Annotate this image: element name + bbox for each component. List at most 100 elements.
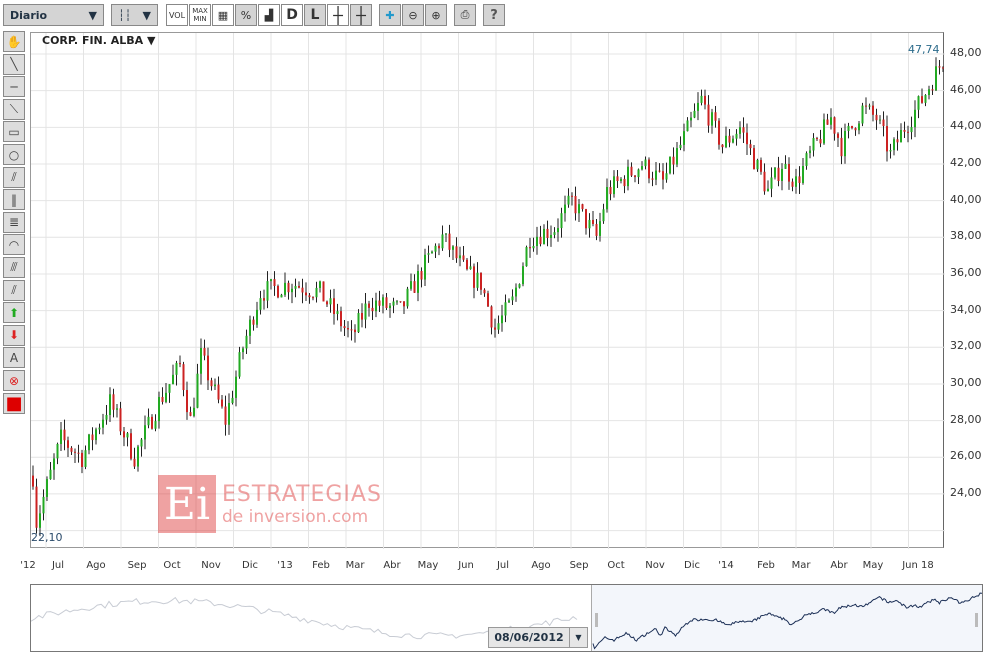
arc-tool[interactable]: ◠ [3, 234, 25, 256]
candle-body [910, 127, 913, 133]
area-button[interactable]: ▟ [258, 4, 280, 26]
candle-body [490, 306, 493, 328]
channel-tool[interactable]: ⫻ [3, 257, 25, 278]
x-tick-label: Feb [757, 560, 775, 571]
zoom-in-button[interactable]: ⊕ [425, 4, 447, 26]
candle-body [228, 403, 230, 425]
candle-body [749, 144, 752, 149]
candle-body [767, 188, 769, 192]
percent-button[interactable]: % [235, 4, 257, 26]
candle-body [483, 289, 486, 294]
candle-body [473, 266, 475, 288]
candle-body [935, 66, 937, 91]
candle-body [42, 496, 45, 514]
add-indicator-button[interactable]: ✚ [379, 4, 401, 26]
x-tick-label: Nov [201, 560, 221, 571]
arrow-up-tool[interactable]: ⬆ [3, 302, 25, 324]
candle-body [452, 246, 454, 250]
candle-body [774, 167, 776, 178]
parallel-lines-tool[interactable]: ⟍ [3, 98, 25, 120]
circle-icon: ○ [8, 147, 20, 162]
candle-body [581, 204, 584, 210]
candle-body [32, 475, 34, 487]
security-selector[interactable]: CORP. FIN. ALBA ▼ [42, 34, 155, 47]
candle-body [273, 279, 276, 286]
horizontal-line-icon: ─ [10, 79, 18, 94]
horizontal-line-tool[interactable]: ─ [3, 76, 25, 98]
rectangle-tool[interactable]: ▭ [3, 121, 25, 143]
candle-body [326, 301, 328, 305]
candle-body [459, 255, 461, 259]
candle-body [557, 228, 559, 233]
log-button[interactable]: L [304, 4, 326, 26]
candle-body [56, 443, 59, 459]
date-selector[interactable]: 08/06/2012 ▼ [488, 627, 588, 648]
x-tick-label: Abr [383, 560, 401, 571]
candle-body [830, 117, 832, 125]
candle-body [389, 305, 391, 308]
candle-body [907, 131, 909, 133]
candle-body [914, 109, 916, 128]
candle-body [301, 287, 304, 293]
candle-body [382, 297, 384, 306]
candle-body [399, 301, 402, 303]
regression-tool[interactable]: ⫽ [3, 279, 25, 301]
crosshair-button[interactable]: ┼ [327, 4, 349, 26]
candle-body [329, 298, 332, 305]
candle-body [858, 123, 860, 131]
zoom-out-button[interactable]: ⊖ [402, 4, 424, 26]
daily-button[interactable]: D [281, 4, 303, 26]
candle-body [70, 447, 73, 452]
candle-body [798, 176, 801, 183]
period-value: Diario [10, 8, 48, 22]
x-tick-label: Sep [569, 560, 589, 571]
hand-tool[interactable]: ✋ [3, 31, 25, 52]
fibonacci-horizontal-tool[interactable]: ≣ [3, 211, 25, 233]
circle-tool[interactable]: ○ [3, 144, 25, 165]
candle-body [665, 173, 668, 180]
x-tick-label: Oct [163, 560, 181, 571]
text-tool[interactable]: A [3, 347, 25, 369]
candle-body [308, 295, 311, 298]
chart-type-select[interactable]: ┆┆ ▼ [111, 4, 158, 26]
candle-body [658, 170, 661, 172]
candle-body [693, 110, 696, 118]
maxmin-button[interactable]: MAX MIN [189, 4, 211, 26]
candle-body [837, 133, 839, 138]
candle-body [851, 125, 853, 129]
delete-tool[interactable]: ⊗ [3, 370, 25, 391]
candle-body [480, 272, 482, 290]
candle-body [812, 138, 815, 151]
candle-body [707, 104, 710, 126]
help-button[interactable]: ? [483, 4, 505, 26]
volume-button[interactable]: VOL [166, 4, 188, 26]
candle-body [924, 95, 927, 103]
candle-body [161, 396, 164, 402]
last-price-label: 47,74 [908, 43, 940, 56]
candle-body [847, 125, 850, 131]
price-chart[interactable] [30, 32, 945, 549]
candle-body [763, 171, 766, 192]
candle-body [35, 486, 38, 528]
color-tool[interactable]: ■ [3, 392, 25, 414]
candle-body [627, 166, 629, 187]
crosshair-l-button[interactable]: ┼ [350, 4, 372, 26]
candle-body [742, 127, 745, 133]
candle-body [781, 168, 783, 181]
crosshair-icon: ┼ [356, 5, 366, 25]
arrow-down-tool[interactable]: ⬇ [3, 324, 25, 346]
candle-body [511, 296, 514, 301]
fibonacci-vertical-tool[interactable]: ‖ [3, 189, 25, 211]
candle-body [592, 219, 594, 225]
candle-body [826, 119, 829, 125]
line-tool[interactable]: ╲ [3, 53, 25, 75]
fan-tool[interactable]: ⫽ [3, 166, 25, 188]
grid-button[interactable]: ▦ [212, 4, 234, 26]
candle-body [704, 95, 706, 105]
print-button[interactable]: ⎙ [454, 4, 476, 26]
candle-body [753, 148, 755, 170]
candle-body [893, 139, 895, 151]
period-select[interactable]: Diario ▼ [3, 4, 104, 26]
navigator-handle-right [975, 613, 978, 627]
candle-body [725, 135, 727, 148]
